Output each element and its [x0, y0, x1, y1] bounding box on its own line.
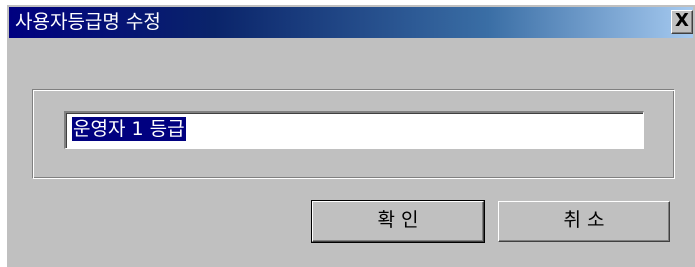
grade-name-selected-text: 운영자 1 등급 [72, 117, 186, 141]
close-button[interactable]: X [671, 10, 693, 34]
ok-button[interactable]: 확 인 [311, 200, 485, 243]
title-bar[interactable]: 사용자등급명 수정 X [9, 7, 693, 38]
window-title: 사용자등급명 수정 [15, 11, 161, 33]
cancel-button[interactable]: 취 소 [498, 201, 670, 242]
close-icon: X [675, 10, 689, 31]
grade-name-input[interactable]: 운영자 1 등급 [64, 111, 644, 149]
